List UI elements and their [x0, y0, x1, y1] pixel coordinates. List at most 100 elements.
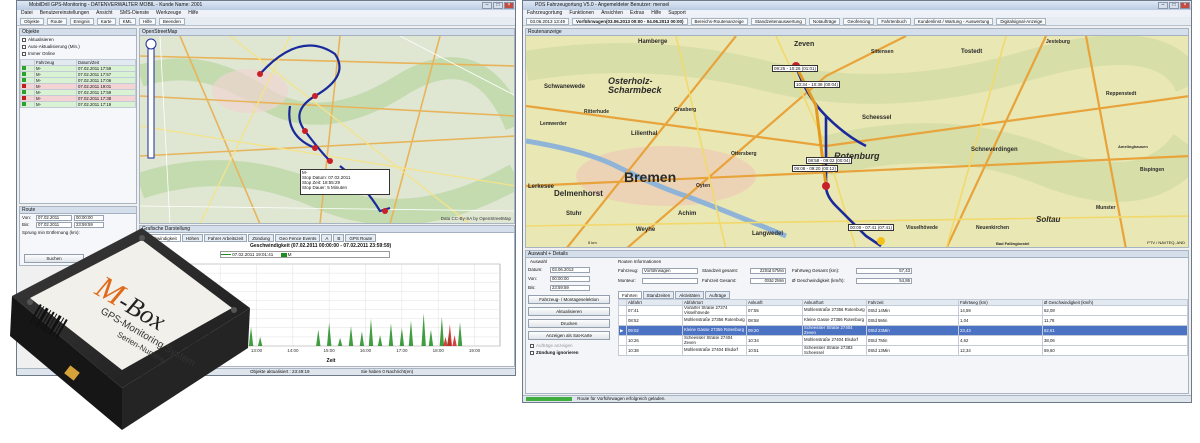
toolbar-objekte-button[interactable]: Objekte: [20, 17, 44, 25]
tab-b[interactable]: B: [333, 234, 345, 242]
to-row: Bis: 23:59:59: [528, 284, 614, 291]
toolbar-kml-button[interactable]: KML: [118, 17, 136, 25]
minimize-icon[interactable]: –: [482, 2, 492, 9]
table-row[interactable]: 10:38 Mühlenstraße 27404 Elsdorf 10:51 S…: [618, 345, 1188, 356]
city-label: Weyhe: [636, 227, 656, 233]
minimize-icon[interactable]: –: [1158, 2, 1168, 9]
close-icon[interactable]: ×: [1180, 2, 1190, 9]
table-row[interactable]: M- 07.02.2011 17:19: [20, 101, 136, 108]
menu-sms-dienste[interactable]: SMS-Dienste: [120, 10, 149, 17]
city-label: Ritterhude: [584, 109, 609, 115]
vehicle-field[interactable]: Vorführwagen: [642, 267, 698, 274]
menu-ansichten[interactable]: Ansichten: [601, 10, 623, 17]
menu-datei[interactable]: Datei: [21, 10, 33, 17]
stop-callout[interactable]: 00:00 - 07:41 (07:41): [848, 224, 895, 231]
date-input[interactable]: 03.06.2013: [550, 266, 590, 273]
toolbar-geofencing-button[interactable]: Geofencing: [843, 17, 875, 25]
menu-extras[interactable]: Extras: [630, 10, 644, 17]
x-axis-label: Zeit: [327, 358, 336, 364]
route-panel-header: Route: [20, 207, 136, 214]
toolbar-datetime[interactable]: 03.06.2013 13:49: [526, 17, 570, 25]
checkbox-icon[interactable]: [530, 343, 534, 348]
menu-benutzereinstellungen[interactable]: Benutzereinstellungen: [40, 10, 89, 17]
toolbar-route-button[interactable]: Route: [46, 17, 67, 25]
city-label: Bad Fallingbostel: [996, 241, 1030, 246]
menu-fahrzeugortung[interactable]: Fahrzeugortung: [527, 10, 562, 17]
toolbar-bereichs-routenanzeige-button[interactable]: Bereichs-Routenanzeige: [690, 17, 748, 25]
tab-a[interactable]: A: [321, 234, 333, 242]
city-label: Lilienthal: [631, 131, 658, 137]
refresh-button[interactable]: Aktualisieren: [528, 307, 610, 316]
toolbar-hilfe-button[interactable]: Hilfe: [138, 17, 156, 25]
toolbar-digitalsignal-button[interactable]: Digitalsignal-Anzeige: [996, 17, 1047, 25]
stop-callout[interactable]: 10:34 - 10:38 (00:04): [794, 81, 841, 88]
option-aktualisieren[interactable]: Aktualisieren: [20, 36, 136, 43]
option-auto-aktualisierung[interactable]: Auto-Aktualisierung (Min.): [20, 43, 136, 50]
from-time-input[interactable]: 00:00:00: [550, 275, 590, 282]
menu-funktionen[interactable]: Funktionen: [569, 10, 594, 17]
osm-map-canvas[interactable]: [140, 36, 515, 224]
toolbar-notauftraege-button[interactable]: Notaufträge: [808, 17, 841, 25]
toolbar-fahrtenbuch-button[interactable]: Fahrtenbuch: [877, 17, 911, 25]
menu-support[interactable]: Support: [668, 10, 686, 17]
map-credit: PTV / NAVTEQ, AND: [1147, 240, 1185, 245]
selection-label: Auswahl: [530, 259, 548, 264]
table-row[interactable]: 10:26 Scheessler Straße 27404 Zeven 10:3…: [618, 335, 1188, 346]
right-statusbar: Route für Vorführwagen erfolgreich gelad…: [523, 395, 1191, 402]
show-orders-checkbox[interactable]: Aufträge anzeigen: [528, 342, 614, 349]
maximize-icon[interactable]: □: [493, 2, 503, 9]
table-row[interactable]: 07:41 Vorlarfer Straße 27374 Visselhöved…: [618, 305, 1188, 316]
row-pointer-icon: ▶: [620, 327, 624, 333]
vehicle-row: Fahrzeug: Vorführwagen: [618, 267, 698, 274]
sat-map-button[interactable]: Anzeigen als Sat-Karte: [528, 331, 610, 340]
toolbar-beenden-button[interactable]: Beenden: [158, 17, 185, 25]
ignore-ignition-checkbox[interactable]: Zündung ignorieren: [528, 349, 614, 356]
option-immer-online[interactable]: Immer Online: [20, 50, 136, 57]
print-button[interactable]: Drucken: [528, 319, 610, 328]
menu-hilfe[interactable]: Hilfe: [188, 10, 198, 17]
city-label: Bispingen: [1140, 167, 1165, 173]
checkbox-icon[interactable]: [22, 51, 26, 56]
tab-fahrten[interactable]: Fahrten: [618, 291, 642, 299]
maximize-icon[interactable]: □: [1169, 2, 1179, 9]
table-row-selected[interactable]: ▶ 09:02 Kleine Gasse 27356 Rotenburg 09:…: [618, 325, 1188, 336]
city-label: Visselhövede: [906, 225, 938, 231]
checkbox-icon[interactable]: [22, 37, 26, 42]
to-time-input[interactable]: 23:59:59: [550, 284, 590, 291]
stop-callout[interactable]: 09:08 - 09:20 (00:12): [792, 165, 839, 172]
checkbox-icon[interactable]: [22, 44, 26, 49]
map-stop-popup: M- Stop Datum: 07.02.2011 Stop Zeit: 18:…: [300, 169, 390, 195]
toolbar-ereignis-button[interactable]: Ereignis: [69, 17, 94, 25]
tab-geo-fence-events[interactable]: Geo Fence Events: [275, 234, 321, 242]
city-label: Munster: [1096, 205, 1116, 211]
map-credit: Data CC-By-SA by OpenStreetMap: [440, 216, 511, 221]
map-zoom-slider[interactable]: [148, 48, 154, 158]
avg-speed-field: 54,86: [856, 277, 912, 284]
table-row[interactable]: 08:52 Mühlenstraße 27356 Rotenburg 08:58…: [618, 315, 1188, 326]
menu-hilfe[interactable]: Hilfe: [651, 10, 661, 17]
route-map-canvas[interactable]: [526, 36, 1189, 248]
toolbar-karte-button[interactable]: Karte: [96, 17, 116, 25]
toolbar-standzeitenauswertung-button[interactable]: Standzeitenauswertung: [750, 17, 806, 25]
tab-aktivitaeten[interactable]: Aktivitäten: [675, 291, 705, 299]
tab-auftraege[interactable]: Aufträge: [705, 291, 731, 299]
toolbar-wartung-button[interactable]: Kundenlinst / Wartung - Auswertung: [913, 17, 994, 25]
selection-box: Auswahl Datum: 03.06.2013 Von: 00:00:00 …: [528, 259, 614, 391]
vehicle-selection-button[interactable]: Fahrzeug- / Montageselektion: [528, 295, 610, 304]
driver-row: Monteur:: [618, 277, 698, 284]
stop-callout[interactable]: 08:58 - 09:02 (00:04): [806, 157, 853, 164]
close-icon[interactable]: ×: [504, 2, 514, 9]
stop-callout[interactable]: 09:25 - 10:26 (01:01): [772, 65, 819, 72]
status-icon: [22, 66, 26, 70]
drive-time-row: Fahrzeit Gesamt: 0Std 2Min: [702, 277, 786, 284]
tab-standzeiten[interactable]: Standzeiten: [642, 291, 675, 299]
toolbar-vehicle-range[interactable]: Vorführwagen(03.06.2013 00:00 - 04.06.20…: [572, 17, 688, 25]
checkbox-icon[interactable]: [530, 350, 534, 355]
menu-werkzeuge[interactable]: Werkzeuge: [156, 10, 181, 17]
x-tick-label: 16:00: [360, 348, 372, 353]
driver-field[interactable]: [642, 277, 698, 284]
distance-field: 57,43: [856, 267, 912, 274]
menu-ansicht[interactable]: Ansicht: [96, 10, 112, 17]
tab-gps-route[interactable]: GPS Route: [345, 234, 377, 242]
stand-time-row: Standzeit gesamt: 22Std 57Min: [702, 267, 786, 274]
